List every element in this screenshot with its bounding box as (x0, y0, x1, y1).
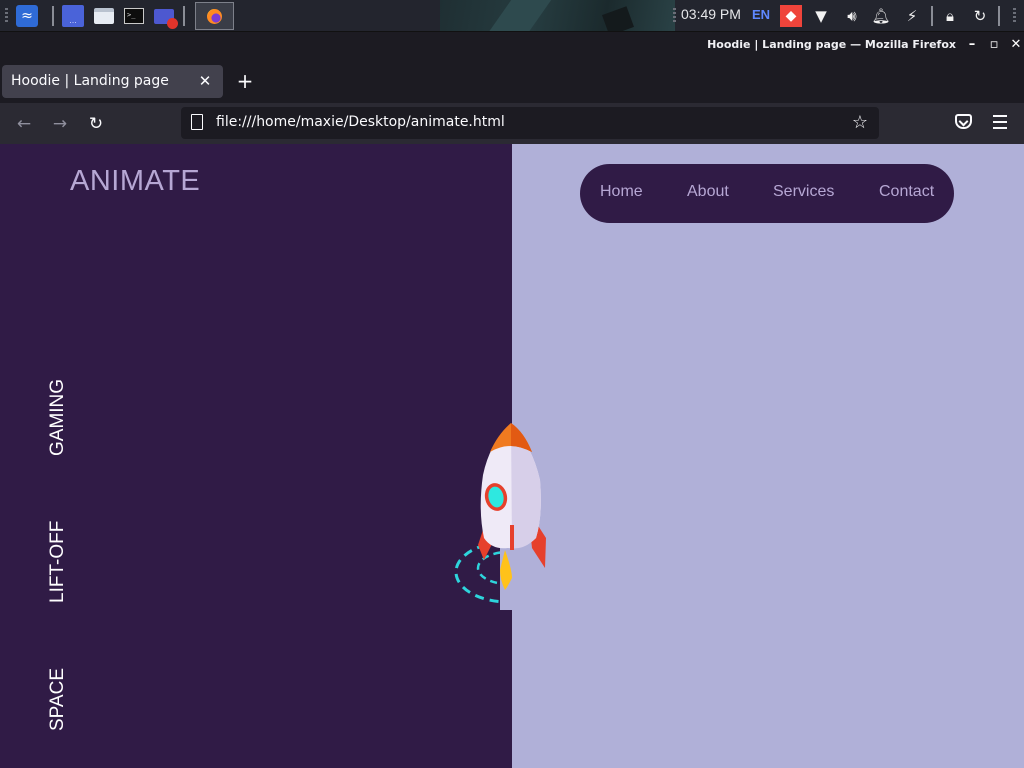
side-word-space: SPACE (47, 667, 68, 731)
close-icon[interactable]: ✕ (1007, 36, 1024, 54)
rocket-illustration (454, 423, 550, 610)
file-manager-icon[interactable] (93, 5, 115, 27)
back-arrow-icon[interactable]: ← (11, 111, 37, 137)
panel-separator (52, 6, 54, 26)
panel-grip (5, 8, 8, 24)
volume-icon[interactable]: 🔊︎ (842, 5, 862, 27)
logout-icon[interactable]: ↻ (970, 5, 990, 27)
firefox-icon (207, 8, 222, 24)
hamburger-menu-icon[interactable] (990, 111, 1010, 135)
wifi-icon[interactable]: ▼ (811, 5, 831, 27)
kali-menu-icon[interactable]: ≈ (16, 5, 38, 27)
brand-logo[interactable]: ANIMATE (70, 165, 200, 198)
power-icon[interactable]: ⚡︎ (902, 5, 922, 27)
url-text[interactable]: file:///home/maxie/Desktop/animate.html (216, 114, 505, 130)
reload-icon[interactable]: ↻ (83, 111, 109, 137)
lock-icon[interactable]: 🔒︎ (940, 5, 960, 27)
panel-grip (1013, 8, 1016, 24)
panel-separator (931, 6, 933, 26)
panel-separator (998, 6, 1000, 26)
forward-arrow-icon[interactable]: → (47, 111, 73, 137)
web-page: ANIMATE GAMING LIFT-OFF SPACE Home About… (0, 144, 1024, 768)
minimize-icon[interactable]: – (963, 36, 981, 54)
tab-hoodie-landing[interactable]: Hoodie | Landing page ✕ (2, 65, 223, 98)
site-nav: Home About Services Contact (580, 164, 954, 223)
clock[interactable]: 03:49 PM (681, 6, 741, 22)
terminal-icon[interactable]: >_ (123, 5, 145, 27)
notifications-icon[interactable]: 🔔︎ (871, 5, 891, 27)
side-word-gaming: GAMING (47, 378, 68, 456)
side-word-liftoff: LIFT-OFF (47, 520, 68, 603)
tab-title: Hoodie | Landing page (11, 73, 169, 89)
window-title: Hoodie | Landing page — Mozilla Firefox (707, 38, 956, 51)
rocket-center-fin (510, 525, 514, 550)
nav-home-link[interactable]: Home (600, 183, 643, 201)
panel-grip (673, 8, 676, 24)
nav-contact-link[interactable]: Contact (879, 183, 934, 201)
tab-strip: Hoodie | Landing page ✕ + (0, 59, 1024, 103)
left-panel (0, 144, 512, 768)
panel-separator (183, 6, 185, 26)
nav-about-link[interactable]: About (687, 183, 729, 201)
bookmark-star-icon[interactable]: ☆ (847, 110, 873, 136)
right-panel (512, 144, 1024, 768)
maximize-icon[interactable]: ▫ (985, 36, 1003, 54)
taskbar-firefox-button[interactable] (195, 2, 234, 30)
nav-services-link[interactable]: Services (773, 183, 834, 201)
anydesk-icon[interactable]: ◆ (780, 5, 802, 27)
tab-close-icon[interactable]: ✕ (195, 71, 215, 91)
workspace-icon[interactable] (62, 5, 84, 27)
navigation-toolbar: ← → ↻ file:///home/maxie/Desktop/animate… (0, 103, 1024, 144)
window-titlebar[interactable]: Hoodie | Landing page — Mozilla Firefox … (0, 32, 1024, 59)
wallpaper-strip (440, 0, 675, 31)
url-bar[interactable]: file:///home/maxie/Desktop/animate.html … (181, 107, 879, 139)
pocket-icon[interactable] (955, 114, 972, 129)
keyboard-layout-indicator[interactable]: EN (752, 7, 770, 22)
screen-recorder-icon[interactable] (153, 5, 178, 29)
os-top-panel: ≈ >_ 03:49 PM EN ◆ ▼ 🔊︎ 🔔︎ ⚡︎ 🔒︎ ↻ (0, 0, 1024, 32)
new-tab-button[interactable]: + (234, 70, 256, 92)
page-icon (191, 114, 203, 130)
